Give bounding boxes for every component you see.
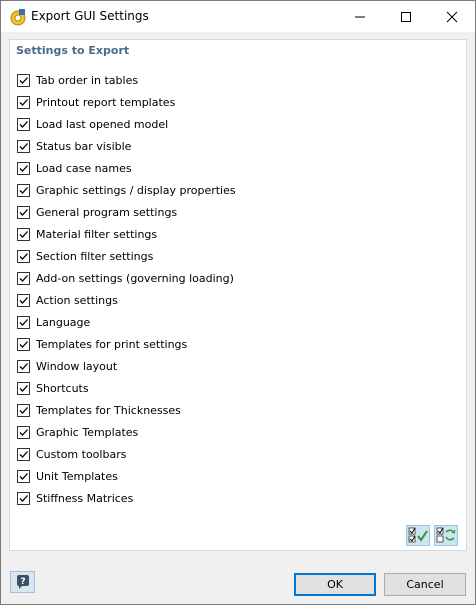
invert-selection-icon[interactable]: [434, 525, 458, 546]
checkbox[interactable]: [17, 447, 30, 461]
checkbox[interactable]: [17, 381, 30, 395]
checkbox-label[interactable]: Window layout: [36, 360, 117, 373]
maximize-icon[interactable]: [383, 1, 429, 32]
settings-list-item[interactable]: Add-on settings (governing loading): [17, 267, 236, 289]
settings-list-item[interactable]: Graphic Templates: [17, 421, 236, 443]
window-title: Export GUI Settings: [31, 9, 149, 23]
settings-list-item[interactable]: Load case names: [17, 157, 236, 179]
checkbox[interactable]: [17, 469, 30, 483]
settings-list-item[interactable]: Custom toolbars: [17, 443, 236, 465]
checkbox-label[interactable]: Language: [36, 316, 90, 329]
checkbox-label[interactable]: Tab order in tables: [36, 74, 138, 87]
check-all-icon[interactable]: [406, 525, 430, 546]
close-icon[interactable]: [429, 1, 475, 32]
settings-list-item[interactable]: Material filter settings: [17, 223, 236, 245]
checkbox[interactable]: [17, 425, 30, 439]
checkbox-label[interactable]: Status bar visible: [36, 140, 131, 153]
settings-list-item[interactable]: Window layout: [17, 355, 236, 377]
ok-button[interactable]: OK: [294, 573, 376, 596]
checkbox[interactable]: [17, 139, 30, 153]
checkbox[interactable]: [17, 117, 30, 131]
checkbox[interactable]: [17, 73, 30, 87]
checkbox-label[interactable]: Section filter settings: [36, 250, 153, 263]
checkbox[interactable]: [17, 249, 30, 263]
app-settings-icon: [9, 8, 27, 26]
settings-list-item[interactable]: Templates for Thicknesses: [17, 399, 236, 421]
settings-list-item[interactable]: Shortcuts: [17, 377, 236, 399]
settings-list-item[interactable]: Status bar visible: [17, 135, 236, 157]
settings-list-item[interactable]: Action settings: [17, 289, 236, 311]
settings-list-item[interactable]: Stiffness Matrices: [17, 487, 236, 509]
settings-list-item[interactable]: Section filter settings: [17, 245, 236, 267]
checkbox[interactable]: [17, 491, 30, 505]
checkbox[interactable]: [17, 293, 30, 307]
settings-list-item[interactable]: General program settings: [17, 201, 236, 223]
checkbox-label[interactable]: Printout report templates: [36, 96, 175, 109]
settings-list: Tab order in tables Printout report templ…: [17, 69, 236, 509]
checkbox-label[interactable]: Load last opened model: [36, 118, 168, 131]
checkbox-label[interactable]: Action settings: [36, 294, 118, 307]
checkbox[interactable]: [17, 227, 30, 241]
checkbox-label[interactable]: General program settings: [36, 206, 177, 219]
checkbox[interactable]: [17, 315, 30, 329]
settings-list-item[interactable]: Printout report templates: [17, 91, 236, 113]
group-title: Settings to Export: [16, 44, 130, 57]
settings-list-item[interactable]: Graphic settings / display properties: [17, 179, 236, 201]
settings-group-panel: Settings to Export Tab order in tables Pr…: [9, 39, 467, 551]
settings-list-item[interactable]: Templates for print settings: [17, 333, 236, 355]
checkbox[interactable]: [17, 183, 30, 197]
checkbox-label[interactable]: Load case names: [36, 162, 132, 175]
checkbox[interactable]: [17, 403, 30, 417]
checkbox-label[interactable]: Graphic settings / display properties: [36, 184, 236, 197]
checkbox[interactable]: [17, 359, 30, 373]
checkbox[interactable]: [17, 337, 30, 351]
checkbox[interactable]: [17, 205, 30, 219]
settings-list-item[interactable]: Load last opened model: [17, 113, 236, 135]
checkbox-label[interactable]: Custom toolbars: [36, 448, 126, 461]
checkbox[interactable]: [17, 95, 30, 109]
checkbox-label[interactable]: Material filter settings: [36, 228, 157, 241]
checkbox[interactable]: [17, 161, 30, 175]
checkbox-label[interactable]: Stiffness Matrices: [36, 492, 133, 505]
settings-list-item[interactable]: Language: [17, 311, 236, 333]
checkbox[interactable]: [17, 271, 30, 285]
checkbox-label[interactable]: Templates for print settings: [36, 338, 187, 351]
settings-list-item[interactable]: Unit Templates: [17, 465, 236, 487]
cancel-button[interactable]: Cancel: [384, 573, 466, 596]
checkbox-label[interactable]: Add-on settings (governing loading): [36, 272, 234, 285]
checkbox-label[interactable]: Unit Templates: [36, 470, 118, 483]
checkbox-label[interactable]: Graphic Templates: [36, 426, 138, 439]
help-icon[interactable]: ?: [10, 571, 35, 593]
checkbox-label[interactable]: Shortcuts: [36, 382, 89, 395]
svg-text:?: ?: [20, 577, 25, 587]
title-bar[interactable]: Export GUI Settings: [1, 1, 475, 32]
settings-list-item[interactable]: Tab order in tables: [17, 69, 236, 91]
minimize-icon[interactable]: [337, 1, 383, 32]
export-gui-settings-dialog: Export GUI Settings Settings to Export T…: [0, 0, 476, 605]
checkbox-label[interactable]: Templates for Thicknesses: [36, 404, 181, 417]
